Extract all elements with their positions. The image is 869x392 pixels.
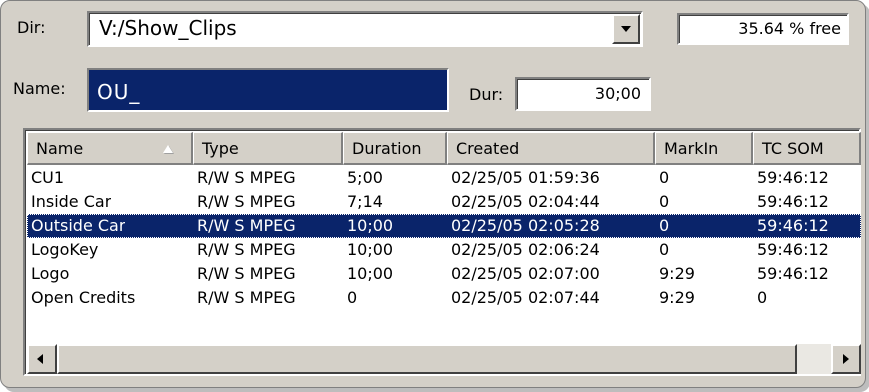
- column-header-label: TC SOM: [762, 139, 824, 158]
- free-space-value: 35.64 % free: [738, 19, 841, 38]
- name-label: Name:: [13, 79, 66, 98]
- column-header-label: Type: [202, 139, 239, 158]
- name-value: OU_: [97, 80, 141, 104]
- free-space-display: 35.64 % free: [677, 13, 849, 45]
- cell-duration: 10;00: [347, 240, 394, 259]
- cell-markin: 9:29: [659, 264, 695, 283]
- cell-created: 02/25/05 02:06:24: [451, 240, 600, 259]
- scroll-left-button[interactable]: [27, 344, 57, 374]
- cell-created: 02/25/05 02:07:44: [451, 288, 600, 307]
- cell-tc-som: 0: [757, 288, 768, 307]
- cell-type: R/W S MPEG: [197, 216, 296, 235]
- cell-type: R/W S MPEG: [197, 192, 296, 211]
- cell-tc-som: 59:46:12: [757, 168, 829, 187]
- cell-duration: 0: [347, 288, 358, 307]
- scrollbar-thumb[interactable]: [57, 344, 797, 374]
- cell-tc-som: 59:46:12: [757, 192, 829, 211]
- dir-combobox[interactable]: V:/Show_Clips: [87, 11, 643, 47]
- column-header-label: MarkIn: [664, 139, 719, 158]
- clip-browser-panel: Dir: V:/Show_Clips 35.64 % free Name: OU…: [0, 0, 866, 388]
- column-header-duration[interactable]: Duration: [343, 132, 447, 165]
- dir-dropdown-button[interactable]: [612, 14, 640, 44]
- cell-duration: 7;14: [347, 192, 383, 211]
- table-row-selected[interactable]: Outside Car R/W S MPEG 10;00 02/25/05 02…: [27, 214, 861, 238]
- column-header-tc-som[interactable]: TC SOM: [753, 132, 861, 165]
- column-header-label: Duration: [352, 139, 422, 158]
- dur-label: Dur:: [469, 85, 504, 104]
- cell-duration: 5;00: [347, 168, 383, 187]
- cell-created: 02/25/05 02:04:44: [451, 192, 600, 211]
- cell-type: R/W S MPEG: [197, 168, 296, 187]
- column-header-markin[interactable]: MarkIn: [655, 132, 753, 165]
- cell-tc-som: 59:46:12: [757, 264, 829, 283]
- dir-value: V:/Show_Clips: [99, 16, 237, 40]
- column-header-created[interactable]: Created: [447, 132, 655, 165]
- cell-markin: 0: [659, 240, 670, 259]
- cell-markin: 0: [659, 192, 670, 211]
- column-header-type[interactable]: Type: [193, 132, 343, 165]
- table-row[interactable]: Open Credits R/W S MPEG 0 02/25/05 02:07…: [27, 286, 861, 310]
- table-row[interactable]: LogoKey R/W S MPEG 10;00 02/25/05 02:06:…: [27, 238, 861, 262]
- column-header-label: Created: [456, 139, 520, 158]
- cell-type: R/W S MPEG: [197, 288, 296, 307]
- cell-type: R/W S MPEG: [197, 264, 296, 283]
- cell-duration: 10;00: [347, 216, 394, 235]
- duration-value: 30;00: [594, 84, 641, 103]
- chevron-down-icon: [621, 26, 631, 32]
- table-row[interactable]: CU1 R/W S MPEG 5;00 02/25/05 01:59:36 0 …: [27, 166, 861, 190]
- arrow-right-icon: [843, 354, 849, 364]
- cell-markin: 0: [659, 168, 670, 187]
- cell-created: 02/25/05 01:59:36: [451, 168, 600, 187]
- cell-markin: 0: [659, 216, 670, 235]
- dir-label: Dir:: [17, 18, 46, 37]
- cell-name: CU1: [31, 168, 65, 187]
- cell-duration: 10;00: [347, 264, 394, 283]
- sort-ascending-icon: [163, 145, 173, 153]
- duration-input[interactable]: 30;00: [515, 77, 651, 111]
- cell-type: R/W S MPEG: [197, 240, 296, 259]
- cell-name: LogoKey: [31, 240, 99, 259]
- cell-name: Outside Car: [31, 216, 126, 235]
- cell-name: Logo: [31, 264, 70, 283]
- table-row[interactable]: Logo R/W S MPEG 10;00 02/25/05 02:07:00 …: [27, 262, 861, 286]
- cell-name: Inside Car: [31, 192, 112, 211]
- cell-markin: 9:29: [659, 288, 695, 307]
- cell-created: 02/25/05 02:05:28: [451, 216, 600, 235]
- column-header-label: Name: [36, 139, 84, 158]
- cell-tc-som: 59:46:12: [757, 240, 829, 259]
- list-header: Name Type Duration Created MarkIn TC SOM: [27, 132, 861, 165]
- name-input[interactable]: OU_: [87, 68, 449, 112]
- table-row[interactable]: Inside Car R/W S MPEG 7;14 02/25/05 02:0…: [27, 190, 861, 214]
- clip-list[interactable]: Name Type Duration Created MarkIn TC SOM…: [23, 128, 861, 376]
- cell-name: Open Credits: [31, 288, 136, 307]
- column-header-name[interactable]: Name: [27, 132, 193, 165]
- horizontal-scrollbar[interactable]: [27, 344, 861, 374]
- cell-created: 02/25/05 02:07:00: [451, 264, 600, 283]
- arrow-left-icon: [37, 354, 43, 364]
- cell-tc-som: 59:46:12: [757, 216, 829, 235]
- scroll-right-button[interactable]: [831, 344, 861, 374]
